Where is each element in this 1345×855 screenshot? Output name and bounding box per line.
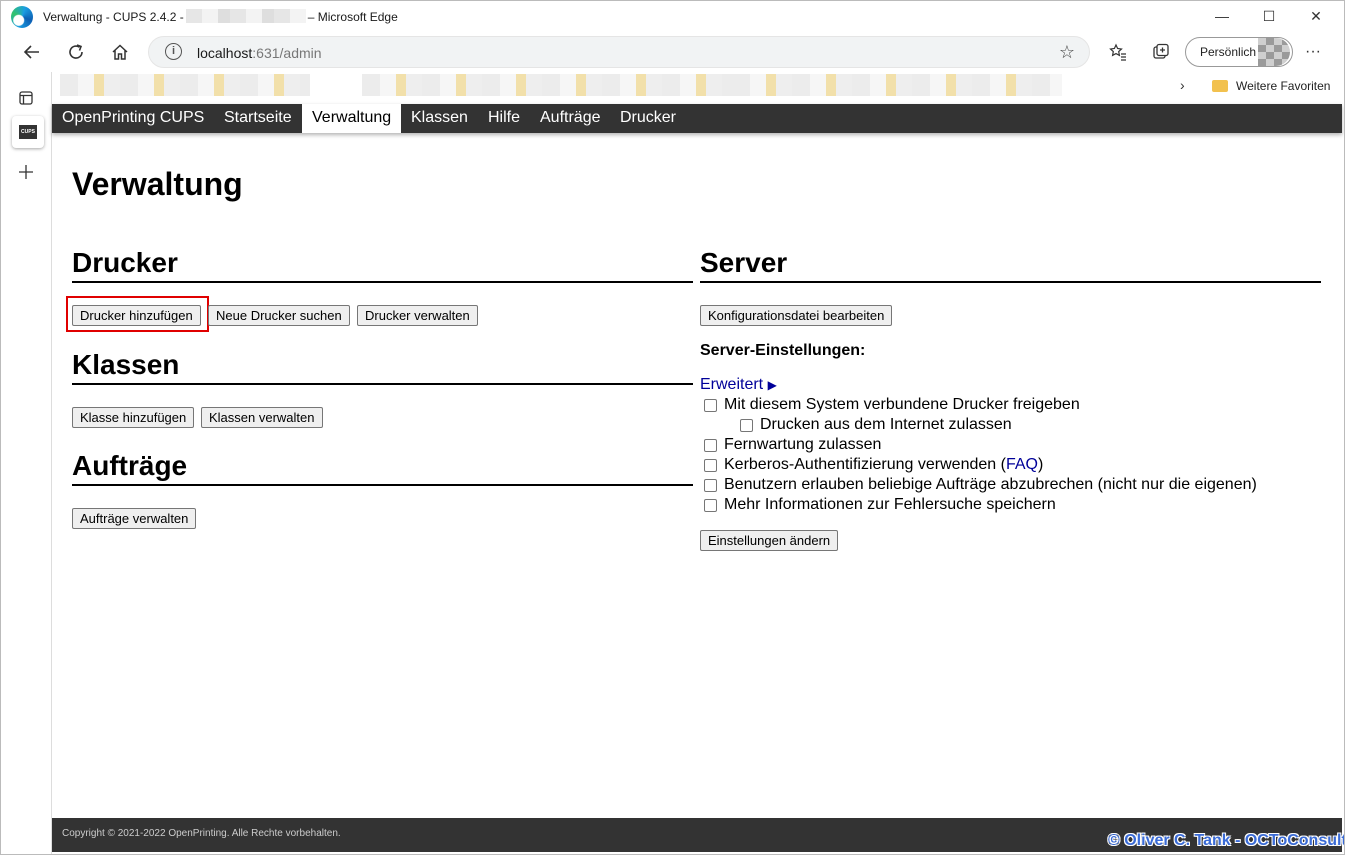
nav-openprinting-cups[interactable]: OpenPrinting CUPS	[52, 104, 214, 133]
back-arrow-icon[interactable]	[18, 38, 46, 66]
favorites-bar: › Weitere Favoriten	[52, 72, 1345, 100]
chevron-right-icon[interactable]: ›	[1180, 77, 1185, 93]
address-url[interactable]: localhost:631/admin	[197, 45, 322, 61]
add-class-button[interactable]: Klasse hinzufügen	[72, 407, 195, 428]
window-title: Verwaltung - CUPS 2.4.2 - – Microsoft Edg…	[43, 9, 398, 24]
page-title: Verwaltung	[72, 166, 243, 202]
maximize-icon[interactable]: ☐	[1246, 0, 1292, 32]
nav-startseite[interactable]: Startseite	[214, 104, 302, 133]
favorites-redacted	[362, 74, 732, 96]
address-bar[interactable]: i localhost:631/admin ☆	[148, 36, 1090, 68]
section-heading-jobs: Aufträge	[72, 450, 693, 486]
cups-tab[interactable]: CUPS	[12, 116, 44, 148]
cups-nav-bar: OpenPrinting CUPS Startseite Verwaltung …	[52, 104, 1342, 133]
vertical-tab-bar: CUPS	[0, 72, 52, 855]
favorites-redacted	[732, 74, 1062, 96]
collections-icon[interactable]	[1147, 38, 1175, 66]
new-tab-icon[interactable]	[12, 158, 40, 186]
find-printers-button[interactable]: Neue Drucker suchen	[208, 305, 350, 326]
close-icon[interactable]: ✕	[1293, 0, 1339, 32]
minimize-icon[interactable]: —	[1199, 0, 1245, 32]
page-viewport: OpenPrinting CUPS Startseite Verwaltung …	[52, 104, 1342, 852]
faq-link[interactable]: FAQ	[1006, 456, 1038, 474]
edit-config-button[interactable]: Konfigurationsdatei bearbeiten	[700, 305, 893, 326]
debug-logging-checkbox[interactable]	[704, 498, 717, 512]
favorites-list-icon[interactable]	[1104, 38, 1132, 66]
advanced-link[interactable]: Erweitert ▶	[700, 376, 777, 394]
reload-icon[interactable]	[62, 38, 90, 66]
section-heading-server: Server	[700, 247, 1321, 283]
option-debug-logging[interactable]: Mehr Informationen zur Fehlersuche speic…	[704, 496, 1056, 514]
manage-classes-button[interactable]: Klassen verwalten	[201, 407, 323, 428]
tab-actions-icon[interactable]	[12, 84, 40, 112]
more-options-icon[interactable]: ···	[1299, 38, 1327, 66]
redacted-block	[185, 9, 306, 23]
share-printers-checkbox[interactable]	[704, 398, 717, 412]
manage-jobs-button[interactable]: Aufträge verwalten	[72, 508, 197, 529]
footer-copyright: Copyright © 2021-2022 OpenPrinting. Alle…	[62, 828, 341, 839]
add-printer-button[interactable]: Drucker hinzufügen	[72, 305, 201, 326]
watermark: © Oliver C. Tank - OCToConsult	[1108, 832, 1345, 849]
triangle-right-icon: ▶	[767, 378, 777, 392]
other-favorites-link[interactable]: Weitere Favoriten	[1236, 79, 1330, 93]
option-internet-printing[interactable]: Drucken aus dem Internet zulassen	[740, 416, 1012, 434]
nav-hilfe[interactable]: Hilfe	[478, 104, 530, 133]
favorite-star-icon[interactable]: ☆	[1059, 42, 1075, 63]
section-heading-printers: Drucker	[72, 247, 693, 283]
cups-tab-icon: CUPS	[19, 125, 37, 139]
remote-admin-checkbox[interactable]	[704, 438, 717, 452]
internet-printing-checkbox[interactable]	[740, 418, 753, 432]
window-titlebar: Verwaltung - CUPS 2.4.2 - – Microsoft Edg…	[0, 0, 1345, 32]
nav-verwaltung[interactable]: Verwaltung	[302, 104, 402, 133]
cancel-any-job-checkbox[interactable]	[704, 478, 717, 492]
info-icon[interactable]: i	[165, 43, 182, 60]
option-share-printers[interactable]: Mit diesem System verbundene Drucker fre…	[704, 396, 1080, 414]
option-remote-admin[interactable]: Fernwartung zulassen	[704, 436, 881, 454]
section-heading-classes: Klassen	[72, 349, 693, 385]
nav-drucker[interactable]: Drucker	[610, 104, 686, 133]
manage-printers-button[interactable]: Drucker verwalten	[357, 305, 478, 326]
browser-toolbar: i localhost:631/admin ☆ Persönlich ···	[0, 32, 1345, 72]
home-icon[interactable]	[106, 38, 134, 66]
avatar	[1258, 38, 1290, 66]
option-kerberos[interactable]: Kerberos-Authentifizierung verwenden (FA…	[704, 456, 1043, 474]
server-settings-label: Server-Einstellungen:	[700, 342, 866, 359]
favorites-redacted	[60, 74, 310, 96]
nav-auftraege[interactable]: Aufträge	[530, 104, 610, 133]
option-cancel-any-job[interactable]: Benutzern erlauben beliebige Aufträge ab…	[704, 476, 1257, 494]
change-settings-button[interactable]: Einstellungen ändern	[700, 530, 839, 551]
edge-logo-icon	[11, 6, 33, 28]
folder-icon	[1212, 80, 1228, 92]
profile-button[interactable]: Persönlich	[1185, 37, 1293, 67]
kerberos-checkbox[interactable]	[704, 458, 717, 472]
nav-klassen[interactable]: Klassen	[401, 104, 478, 133]
